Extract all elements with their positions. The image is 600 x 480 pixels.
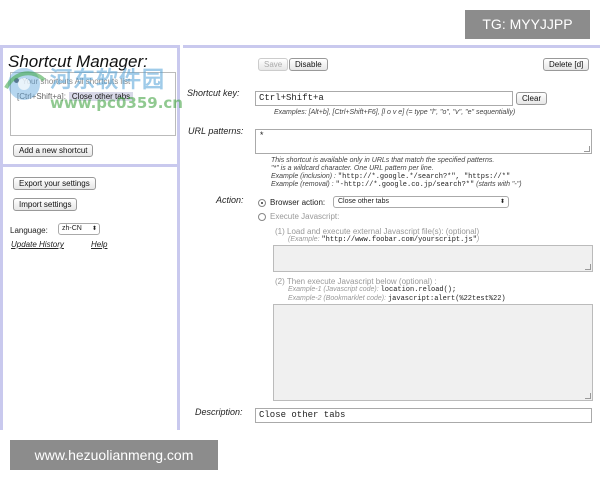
resize-grip-icon[interactable] [585, 264, 591, 270]
watermark-footer: www.hezuolianmeng.com [10, 440, 218, 470]
browser-action-radio[interactable] [258, 199, 266, 207]
shortcut-key-label: Shortcut key: [187, 88, 240, 98]
update-history-link[interactable]: Update History [11, 240, 64, 249]
url-example-inclusion: Example (inclusion) : "http://*.google.*… [271, 173, 511, 181]
shortcut-examples: Examples: [Alt+b], [Ctrl+Shift+F6], [l o… [274, 109, 516, 116]
watermark-url: www.pc0359.cn [50, 94, 183, 112]
language-label: Language: [10, 226, 48, 235]
javascript-code-textarea[interactable] [273, 304, 593, 401]
watermark-tag: TG: MYYJJPP [465, 10, 590, 39]
step1-example: (Example: "http://www.foobar.com/yourscr… [288, 236, 480, 244]
add-shortcut-button[interactable]: Add a new shortcut [13, 144, 94, 157]
step2-label: (2) Then execute Javascript below (optio… [275, 277, 437, 286]
description-label: Description: [195, 407, 243, 417]
disable-button[interactable]: Disable [289, 58, 328, 71]
execute-js-radio[interactable] [258, 213, 266, 221]
url-example-removal: Example (removal) : "-http://*.google.co… [271, 181, 522, 189]
url-patterns-value: * [259, 131, 265, 141]
chevron-updown-icon: ⬍ [499, 199, 505, 205]
delete-button[interactable]: Delete [d] [543, 58, 590, 71]
watermark-logo-icon [4, 68, 46, 100]
description-input[interactable]: Close other tabs [255, 408, 592, 423]
clear-button[interactable]: Clear [516, 92, 548, 105]
url-note-1: This shortcut is available only in URLs … [271, 157, 495, 164]
export-settings-button[interactable]: Export your settings [13, 177, 96, 190]
import-settings-button[interactable]: Import settings [13, 198, 78, 211]
url-note-2: "*" is a wildcard character. One URL pat… [271, 165, 434, 172]
resize-grip-icon[interactable] [584, 146, 590, 152]
external-js-textarea[interactable] [273, 245, 593, 272]
action-label: Action: [216, 195, 244, 205]
url-patterns-label: URL patterns: [188, 126, 244, 136]
resize-grip-icon[interactable] [585, 393, 591, 399]
watermark-logo-text: 河东软件园 [50, 68, 166, 93]
shortcut-key-input[interactable]: Ctrl+Shift+a [255, 91, 513, 106]
shortcut-editor: Save Disable Delete [d] Shortcut key: Ct… [183, 45, 600, 430]
language-select[interactable]: zh-CN ⬍ [58, 223, 100, 235]
step1-label: (1) Load and execute external Javascript… [275, 227, 480, 236]
help-link[interactable]: Help [91, 240, 107, 249]
language-value: zh-CN [62, 225, 82, 232]
step2-example-2: Example-2 (Bookmarklet code): javascript… [288, 295, 506, 303]
chevron-updown-icon: ⬍ [91, 226, 97, 232]
url-patterns-input[interactable]: * [255, 129, 592, 154]
browser-action-label: Browser action: [270, 198, 326, 207]
sidebar-bottom-section: Export your settings Import settings Lan… [0, 167, 180, 430]
step2-example-1: Example-1 (Javascript code): location.re… [288, 286, 457, 294]
save-button[interactable]: Save [258, 58, 289, 71]
execute-js-label: Execute Javascript: [270, 212, 340, 221]
browser-action-select[interactable]: Close other tabs ⬍ [333, 196, 509, 208]
browser-action-value: Close other tabs [338, 198, 389, 205]
